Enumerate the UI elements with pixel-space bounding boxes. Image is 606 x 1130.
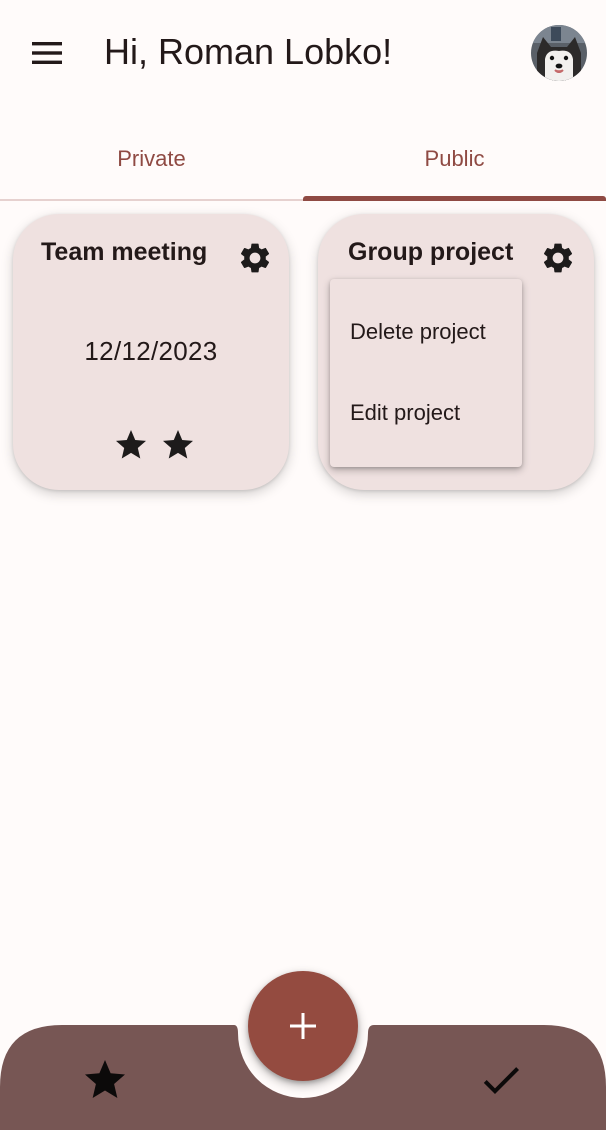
tab-private[interactable]: Private: [0, 120, 303, 200]
card-title: Group project: [348, 238, 514, 266]
favorites-button[interactable]: [81, 1056, 129, 1104]
project-card-team-meeting[interactable]: Team meeting 12/12/2023: [13, 214, 289, 490]
card-settings-button[interactable]: [237, 240, 273, 276]
gear-icon: [240, 243, 270, 273]
menu-item-delete-project[interactable]: Delete project: [330, 292, 522, 372]
menu-button[interactable]: [27, 33, 67, 73]
check-icon: [483, 1067, 519, 1094]
husky-avatar: [531, 25, 587, 81]
star-icon: [85, 1060, 125, 1098]
tab-public[interactable]: Public: [303, 120, 606, 200]
tab-private-label: Private: [117, 146, 186, 171]
tab-indicator: [303, 196, 606, 201]
greeting-title: Hi, Roman Lobko!: [104, 31, 393, 72]
menu-item-edit-project[interactable]: Edit project: [330, 373, 522, 453]
plus-icon: [290, 1013, 316, 1039]
tab-public-label: Public: [424, 146, 485, 171]
star-icon: [163, 430, 193, 459]
gear-icon: [543, 243, 573, 273]
card-date: 12/12/2023: [84, 336, 218, 366]
star-icon: [116, 430, 146, 459]
avatar[interactable]: [531, 25, 587, 81]
tab-bar: Private Public: [0, 120, 606, 202]
completed-button[interactable]: [477, 1056, 525, 1104]
hamburger-menu-icon: [32, 42, 62, 64]
card-settings-button[interactable]: [540, 240, 576, 276]
project-context-menu: Delete project Edit project: [330, 279, 522, 467]
add-project-fab[interactable]: [248, 971, 358, 1081]
card-title: Team meeting: [41, 238, 208, 266]
